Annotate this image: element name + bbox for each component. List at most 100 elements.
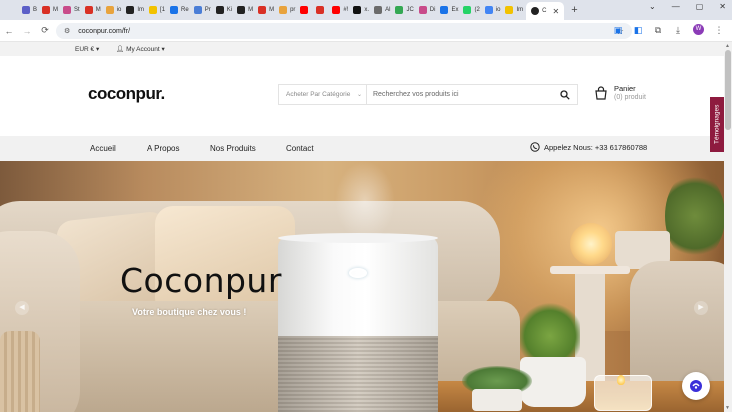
url-text[interactable]: coconpur.com/fr/ [78,28,130,35]
back-icon[interactable]: ← [0,26,18,36]
close-window-icon[interactable]: ✕ [719,2,726,11]
tab-favicon-icon [484,6,493,14]
browser-tab[interactable]: io [483,2,503,18]
browser-tab[interactable]: M [83,2,103,18]
hero-plant-image [665,171,724,261]
download-icon[interactable]: ⤓ [673,25,683,35]
browser-tab[interactable]: Ki [214,2,234,18]
browser-tab[interactable] [298,2,313,18]
browser-tab[interactable]: M [40,2,60,18]
active-tab-label: C [542,8,547,14]
hero-subtitle: Votre boutique chez vous ! [132,307,247,317]
browser-tab[interactable]: io [104,2,124,18]
translate-extension-icon[interactable]: ▣ [613,25,623,35]
tab-favicon-icon [505,6,514,14]
browser-tab[interactable]: Im [124,2,146,18]
tab-label: Al [385,7,391,13]
omnibox[interactable]: ⚙ coconpur.com/fr/ ☆ [56,23,632,39]
tab-label: M [95,7,101,13]
browser-tab[interactable]: Re [168,2,191,18]
browser-tab[interactable]: Im [503,2,525,18]
browser-tab[interactable]: Ex [438,2,460,18]
tab-favicon-icon [463,6,472,14]
currency-label: EUR € [75,46,95,53]
scroll-up-icon[interactable]: ▲ [725,43,730,49]
web-page: EUR € ▾ 👤︎ My Account ▾ coconpur. Achete… [0,42,724,412]
browser-tab[interactable]: Al [372,2,392,18]
category-select[interactable]: Acheter Par Catégorie ⌄ [279,85,367,104]
tab-favicon-icon [395,6,404,14]
browser-tab[interactable]: M [235,2,255,18]
tab-label: io [495,7,501,13]
tab-favicon-icon [84,6,93,14]
site-info-icon[interactable]: ⚙ [64,27,70,35]
testimonials-side-tab[interactable]: Témoignages [710,97,724,152]
tab-favicon-icon [215,6,224,14]
page-scrollbar[interactable]: ▲ ▼ [724,42,732,412]
phone-contact[interactable]: Appelez Nous: +33 617860788 [530,142,647,152]
browser-tab-strip: B M St Mio Im [1 Re Pr Ki M Mpr #! x. Al JC Di Ex (2 io Im … [0,0,732,20]
search-button[interactable] [553,85,577,104]
tab-favicon-icon [353,6,362,14]
browser-tab[interactable]: JC [393,2,415,18]
profile-avatar[interactable]: W [693,24,704,35]
browser-tab[interactable]: x. [351,2,371,18]
menu-kebab-icon[interactable]: ⋮ [714,25,724,35]
tab-label: Di [429,7,436,13]
cart-count: (0) produit [614,94,646,101]
tab-label: (2 [474,7,480,13]
new-tab-button[interactable]: + [571,4,577,16]
tab-favicon-icon [63,6,72,14]
tab-favicon-icon [374,6,383,14]
my-account-label: My Account [126,46,160,53]
tab-favicon-icon [440,6,449,14]
browser-tab[interactable]: M [256,2,276,18]
puzzle-extensions-icon[interactable]: ⧉ [653,25,663,35]
close-tab-icon[interactable]: ✕ [553,7,560,16]
extension-icon[interactable]: ◧ [633,25,643,35]
minimize-icon[interactable]: — [672,2,680,11]
chat-widget-button[interactable] [682,372,710,400]
tab-label: x. [364,7,370,13]
hero-banner: Coconpur Votre boutique chez vous ! ◀ ▶ [0,161,724,412]
currency-selector[interactable]: EUR € ▾ [75,45,99,53]
chevron-down-icon: ⌄ [356,92,362,98]
top-bar: EUR € ▾ 👤︎ My Account ▾ [0,42,724,56]
nav-item-accueil[interactable]: Accueil [90,144,116,153]
scroll-down-icon[interactable]: ▼ [725,405,730,411]
reload-icon[interactable]: ⟳ [36,25,54,36]
hero-blanket-image [0,331,40,412]
tab-active[interactable]: C ✕ [526,2,565,20]
main-nav: Accueil A Propos Nos Produits Contact Ap… [0,136,724,161]
chevron-down-icon[interactable]: ⌄ [649,2,656,11]
browser-tab[interactable]: Pr [192,2,213,18]
maximize-icon[interactable]: ▢ [696,2,704,11]
browser-tab[interactable]: (2 [461,2,481,18]
scrollbar-thumb[interactable] [725,50,731,130]
tab-favicon-icon [170,6,179,14]
forward-icon[interactable]: → [18,26,36,36]
browser-tab[interactable]: [1 [147,2,167,18]
browser-tab[interactable]: pr [277,2,297,18]
nav-item-a-propos[interactable]: A Propos [147,144,179,153]
my-account-menu[interactable]: 👤︎ My Account ▾ [116,45,165,53]
search-input[interactable]: Recherchez vos produits ici [367,91,553,98]
slider-prev-button[interactable]: ◀ [15,301,29,315]
nav-item-nos-produits[interactable]: Nos Produits [210,144,256,153]
cart-widget[interactable]: Panier (0) produit [594,84,646,102]
browser-tab[interactable]: Di [417,2,438,18]
hero-title: Coconpur [120,261,282,300]
hero-purifier-mesh-image [278,336,438,412]
site-logo[interactable]: coconpur. [88,84,165,104]
tab-list: B M St Mio Im [1 Re Pr Ki M Mpr #! x. Al JC Di Ex (2 io Im [20,2,526,18]
search-bar: Acheter Par Catégorie ⌄ Recherchez vos p… [278,84,578,105]
slider-next-button[interactable]: ▶ [694,301,708,315]
browser-tab[interactable]: B [20,2,39,18]
coconpur-favicon-icon [531,7,540,15]
browser-tab[interactable] [314,2,329,18]
tab-label: pr [290,7,296,13]
browser-tab[interactable]: #! [330,2,350,18]
browser-toolbar: ▣ ◧ ⧉ ⤓ W ⋮ [613,24,724,35]
browser-tab[interactable]: St [61,2,82,18]
nav-item-contact[interactable]: Contact [286,144,314,153]
